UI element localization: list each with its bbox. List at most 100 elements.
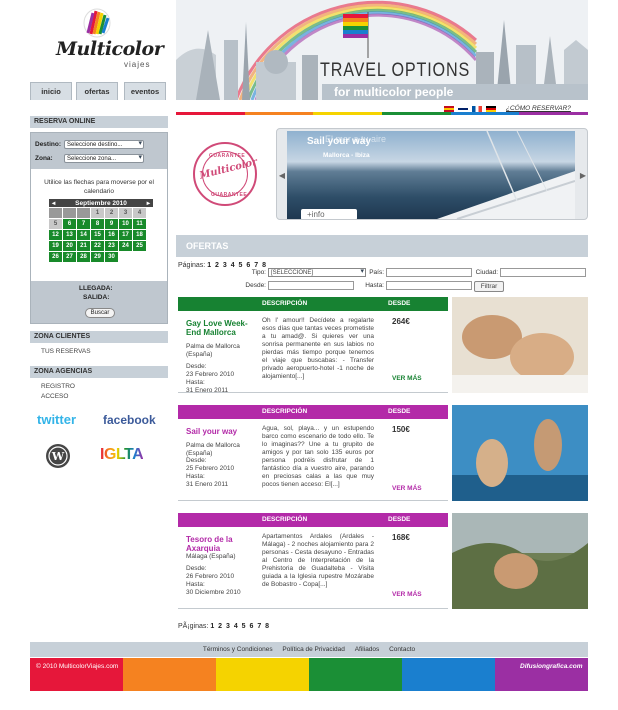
calendar-day[interactable]: 23 xyxy=(105,241,118,251)
calendar-note: Utilice las flechas para moverse por el … xyxy=(44,179,154,195)
calendar-day[interactable]: 26 xyxy=(49,252,62,262)
slider-prev-icon[interactable]: ◀ xyxy=(278,169,286,183)
calendar-day[interactable]: 9 xyxy=(105,219,118,229)
calendar-day[interactable]: 10 xyxy=(119,219,132,229)
buscar-button[interactable]: Buscar xyxy=(85,308,115,318)
fr-flag-icon[interactable] xyxy=(472,105,482,112)
zona-select[interactable]: Seleccione zona... xyxy=(64,154,144,163)
filtrar-button[interactable]: Filtrar xyxy=(474,281,504,292)
offer-price: 168€ xyxy=(392,533,410,542)
calendar-day[interactable]: 17 xyxy=(119,230,132,240)
reserva-form-bottom: LLEGADA: SALIDA: Buscar xyxy=(31,281,167,323)
calendar-day[interactable]: 24 xyxy=(119,241,132,251)
credit-link[interactable]: Difusiongrafica.com xyxy=(520,663,582,670)
salida-label: SALIDA: xyxy=(83,294,110,301)
destino-select[interactable]: Seleccione destino... xyxy=(64,140,144,149)
terminos-link[interactable]: Términos y Condiciones xyxy=(203,646,273,653)
slider-info-button[interactable]: +info xyxy=(301,209,357,219)
ver-mas-link[interactable]: VER MÁS xyxy=(392,375,422,382)
calendar-day[interactable]: 22 xyxy=(91,241,104,251)
calendar-day[interactable]: 19 xyxy=(49,241,62,251)
calendar-empty-cell xyxy=(49,208,62,218)
calendar-month: Septiembre 2010 xyxy=(75,199,127,207)
pais-input[interactable] xyxy=(386,268,472,277)
logo[interactable]: Multicolor viajes xyxy=(52,8,164,74)
calendar-day[interactable]: 29 xyxy=(91,252,104,262)
tab-ofertas[interactable]: ofertas xyxy=(76,82,118,100)
offer-desde-label: Desde: xyxy=(186,363,207,370)
calendar-day[interactable]: 6 xyxy=(63,219,76,229)
desde-input[interactable] xyxy=(268,281,354,290)
offer-title[interactable]: Gay Love Week-End Mallorca xyxy=(186,319,258,337)
offer-photo[interactable] xyxy=(452,297,588,393)
tab-inicio[interactable]: inicio xyxy=(30,82,72,100)
calendar-day-past: 3 xyxy=(119,208,132,218)
calendar-day[interactable]: 12 xyxy=(49,230,62,240)
ciudad-input[interactable] xyxy=(500,268,586,277)
calendar-day[interactable]: 7 xyxy=(77,219,90,229)
calendar-day[interactable]: 27 xyxy=(63,252,76,262)
calendar-day[interactable]: 11 xyxy=(133,219,146,229)
offer-title[interactable]: Tesoro de la Axarquia xyxy=(186,535,258,553)
calendar-day[interactable]: 18 xyxy=(133,230,146,240)
calendar-day[interactable]: 16 xyxy=(105,230,118,240)
tab-eventos[interactable]: eventos xyxy=(124,82,166,100)
calendar-day[interactable]: 25 xyxy=(133,241,146,251)
offer-location: Málaga (España) xyxy=(186,553,236,560)
slider-image[interactable]: El mar a tu aire Sail your way Mallorca … xyxy=(287,131,575,219)
contacto-link[interactable]: Contacto xyxy=(389,646,415,653)
offer-col-description: DESCRIPCIÓN xyxy=(262,516,308,523)
registro-link[interactable]: REGISTRO xyxy=(41,383,75,390)
twitter-link[interactable]: twitter xyxy=(37,412,76,427)
privacidad-link[interactable]: Política de Privacidad xyxy=(282,646,345,653)
offer-hasta-label: Hasta: xyxy=(186,379,205,386)
calendar-day[interactable]: 13 xyxy=(63,230,76,240)
uk-flag-icon[interactable] xyxy=(458,105,468,112)
calendar-day[interactable]: 30 xyxy=(105,252,118,262)
brand-name: Multicolor xyxy=(56,38,164,60)
offer-photo[interactable] xyxy=(452,513,588,609)
wordpress-icon[interactable]: W xyxy=(45,443,71,469)
rainbow-strip xyxy=(176,112,589,115)
calendar-day[interactable]: 21 xyxy=(77,241,90,251)
next-month-icon[interactable]: ▸ xyxy=(147,199,150,207)
hasta-input[interactable] xyxy=(386,281,472,290)
calendar-day-past: 2 xyxy=(105,208,118,218)
afiliados-link[interactable]: Afiliados xyxy=(355,646,380,653)
facebook-link[interactable]: facebook xyxy=(103,413,156,427)
pagination-pages[interactable]: 1 2 3 4 5 6 7 8 xyxy=(210,623,270,630)
pagination-bottom: PÃ¡ginas: 1 2 3 4 5 6 7 8 xyxy=(178,623,270,630)
de-flag-icon[interactable] xyxy=(486,105,496,112)
iglta-logo[interactable]: IGLTA xyxy=(100,446,144,464)
zona-row: Zona: Seleccione zona... xyxy=(35,154,144,163)
calendar-day[interactable]: 14 xyxy=(77,230,90,240)
offer-dates: Desde: 25 Febrero 2010 Hasta: 31 Enero 2… xyxy=(186,457,258,489)
zona-label: Zona: xyxy=(35,155,53,162)
como-reservar-link[interactable]: ¿CÓMO RESERVAR? xyxy=(506,105,571,112)
offer-desde-label: Desde: xyxy=(186,457,207,464)
ver-mas-link[interactable]: VER MÁS xyxy=(392,485,422,492)
prev-month-icon[interactable]: ◂ xyxy=(52,199,55,207)
guarantee-stamp: GUARANTEE Multicolor GUARANTEE xyxy=(193,142,258,206)
slider-title: Sail your way xyxy=(307,136,371,147)
acceso-link[interactable]: ACCESO xyxy=(41,393,68,400)
pagination-label: Páginas: xyxy=(178,262,206,269)
offer-title[interactable]: Sail your way xyxy=(186,427,258,436)
calendar-day-past: 1 xyxy=(91,208,104,218)
calendar-day[interactable]: 15 xyxy=(91,230,104,240)
es-flag-icon[interactable] xyxy=(444,105,454,112)
tipo-select[interactable]: [SELECCIONE] xyxy=(268,268,366,277)
offer-price: 150€ xyxy=(392,425,410,434)
offer-header: DESCRIPCIÓN DESDE xyxy=(178,405,448,419)
offer-photo[interactable] xyxy=(452,405,588,501)
calendar-day[interactable]: 20 xyxy=(63,241,76,251)
zona-agencias-title: ZONA AGENCIAS xyxy=(30,366,168,378)
calendar-day[interactable]: 8 xyxy=(91,219,104,229)
calendar-day[interactable]: 28 xyxy=(77,252,90,262)
offer-header: DESCRIPCIÓN DESDE xyxy=(178,297,448,311)
tus-reservas-link[interactable]: TUS RESERVAS xyxy=(41,348,91,355)
offer-divider xyxy=(178,500,448,501)
calendar: ◂ Septiembre 2010 ▸ 1 2 3 4 5 6 7 8 9 10 11 12 13 14 1… xyxy=(49,199,153,262)
ver-mas-link[interactable]: VER MÁS xyxy=(392,591,422,598)
slider-next-icon[interactable]: ▶ xyxy=(579,169,587,183)
